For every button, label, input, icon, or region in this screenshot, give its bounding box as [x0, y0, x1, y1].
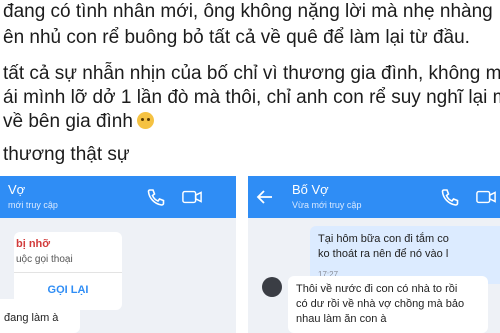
- contact-name: Vợ: [8, 182, 26, 197]
- contact-name: Bố Vợ: [292, 182, 329, 197]
- post-line-4: ái mình lỡ dở 1 lần đò mà thôi, chỉ anh …: [3, 87, 500, 108]
- post-line-1: đang có tình nhân mới, ông không nặng lờ…: [3, 1, 493, 22]
- sad-face-emoji-icon: [136, 112, 154, 129]
- avatar[interactable]: [262, 277, 282, 297]
- sent-message-line-1: Tại hôm bữa con đi tắm co: [318, 233, 449, 245]
- chat-header: Bố Vợ Vừa mới truy cập: [248, 176, 500, 218]
- post-line-3: tất cả sự nhẫn nhịn của bố chỉ vì thương…: [3, 63, 500, 84]
- post-line-6: thương thật sự: [3, 144, 130, 165]
- received-message-text: đang làm à: [4, 312, 59, 324]
- received-message-line-3: nhau làm ăn con à: [296, 313, 387, 325]
- received-message-line-1: Thôi về nước đi con có nhà to rồi: [296, 283, 458, 295]
- call-back-button[interactable]: GỌI LẠI: [14, 284, 122, 296]
- voice-call-label: uộc gọi thoại: [16, 254, 73, 265]
- video-call-icon[interactable]: [182, 188, 202, 206]
- received-message-line-2: có dư rồi về nhà vợ chồng mà bảo: [296, 298, 465, 310]
- right-chat-screenshot: Bố Vợ Vừa mới truy cập Tại hôm bữa con đ…: [248, 176, 500, 333]
- contact-status: mới truy cập: [8, 200, 58, 210]
- post-line-2: ên nhủ con rể buông bỏ tất cả về quê để …: [3, 27, 470, 48]
- received-bubble: Thôi về nước đi con có nhà to rồi có dư …: [288, 276, 488, 333]
- post-line-5-text: về bên gia đình: [3, 111, 133, 132]
- back-arrow-icon[interactable]: [256, 188, 274, 206]
- phone-call-icon[interactable]: [440, 188, 460, 206]
- phone-call-icon[interactable]: [146, 188, 166, 206]
- sent-message-line-2: ko thoát ra nên để nó vào l: [318, 248, 449, 260]
- missed-call-label: bị nhỡ: [16, 238, 51, 250]
- card-divider: [14, 272, 122, 273]
- received-bubble: đang làm à: [0, 299, 80, 333]
- video-call-icon[interactable]: [476, 188, 496, 206]
- contact-status: Vừa mới truy cập: [292, 200, 362, 210]
- post-line-5: về bên gia đình: [3, 111, 154, 133]
- left-chat-screenshot: Vợ mới truy cập bị nhỡ uộc gọi thoại GỌI…: [0, 176, 236, 333]
- chat-header: Vợ mới truy cập: [0, 176, 236, 218]
